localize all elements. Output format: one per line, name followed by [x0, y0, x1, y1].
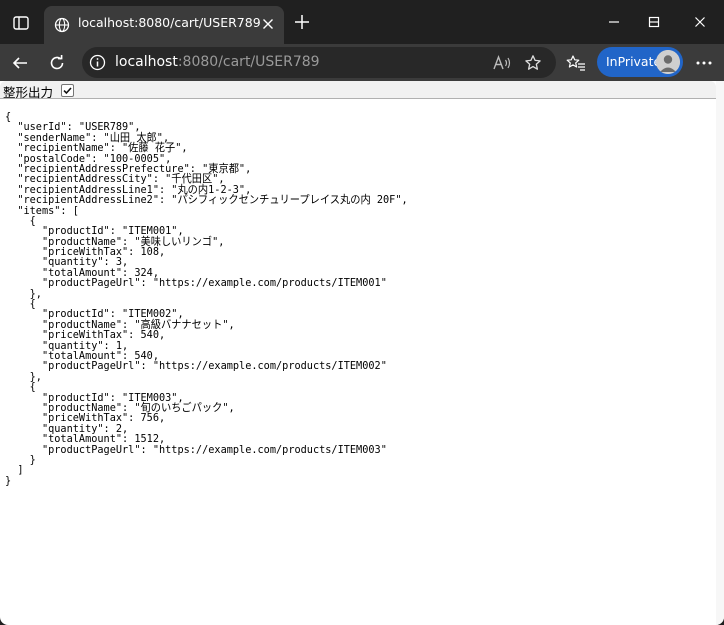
- tab-actions-icon[interactable]: [8, 11, 34, 35]
- json-line: },: [5, 286, 42, 300]
- minimize-button[interactable]: [600, 8, 628, 36]
- read-aloud-icon[interactable]: [492, 53, 512, 73]
- inprivate-label: InPrivate: [606, 54, 662, 69]
- pretty-print-bar: 整形出力: [0, 81, 716, 100]
- json-line: },: [5, 369, 42, 383]
- info-icon[interactable]: [89, 54, 106, 71]
- back-button[interactable]: [6, 49, 34, 77]
- avatar: [656, 50, 680, 74]
- new-tab-button[interactable]: [292, 12, 312, 32]
- tab-strip: localhost:8080/cart/USER789: [0, 0, 724, 44]
- page-viewport: 整形出力 { "userId": "USER789", "senderName"…: [0, 81, 724, 625]
- pretty-print-checkbox[interactable]: [61, 84, 74, 97]
- toolbar: localhost:8080/cart/USER789 InPrivate: [0, 44, 724, 81]
- json-line: "items": [: [5, 203, 79, 217]
- more-icon[interactable]: [690, 49, 718, 77]
- inprivate-button[interactable]: InPrivate: [597, 47, 683, 77]
- close-window-button[interactable]: [686, 8, 714, 36]
- json-line: }: [5, 452, 36, 466]
- json-line: "productPageUrl": "https://example.com/p…: [5, 359, 387, 373]
- address-bar[interactable]: localhost:8080/cart/USER789: [82, 47, 556, 78]
- maximize-button[interactable]: [640, 8, 668, 36]
- scrollbar[interactable]: [716, 81, 724, 625]
- address-host: localhost: [115, 54, 178, 70]
- json-line: }: [5, 473, 12, 487]
- json-line: ]: [5, 463, 24, 477]
- address-path: :8080/cart/USER789: [177, 54, 320, 70]
- refresh-button[interactable]: [43, 49, 71, 77]
- globe-icon: [54, 17, 70, 33]
- favorite-star-icon[interactable]: [523, 53, 543, 73]
- address-text[interactable]: localhost:8080/cart/USER789: [115, 54, 320, 70]
- json-line: "productPageUrl": "https://example.com/p…: [5, 276, 387, 290]
- active-tab[interactable]: localhost:8080/cart/USER789: [44, 6, 284, 44]
- pretty-print-label: 整形出力: [3, 85, 54, 100]
- json-line: "productPageUrl": "https://example.com/p…: [5, 442, 387, 456]
- close-icon[interactable]: [260, 16, 276, 32]
- tab-title: localhost:8080/cart/USER789: [78, 15, 261, 30]
- favorites-icon[interactable]: [562, 49, 590, 77]
- json-content: { "userId": "USER789", "senderName": "山田…: [5, 111, 408, 487]
